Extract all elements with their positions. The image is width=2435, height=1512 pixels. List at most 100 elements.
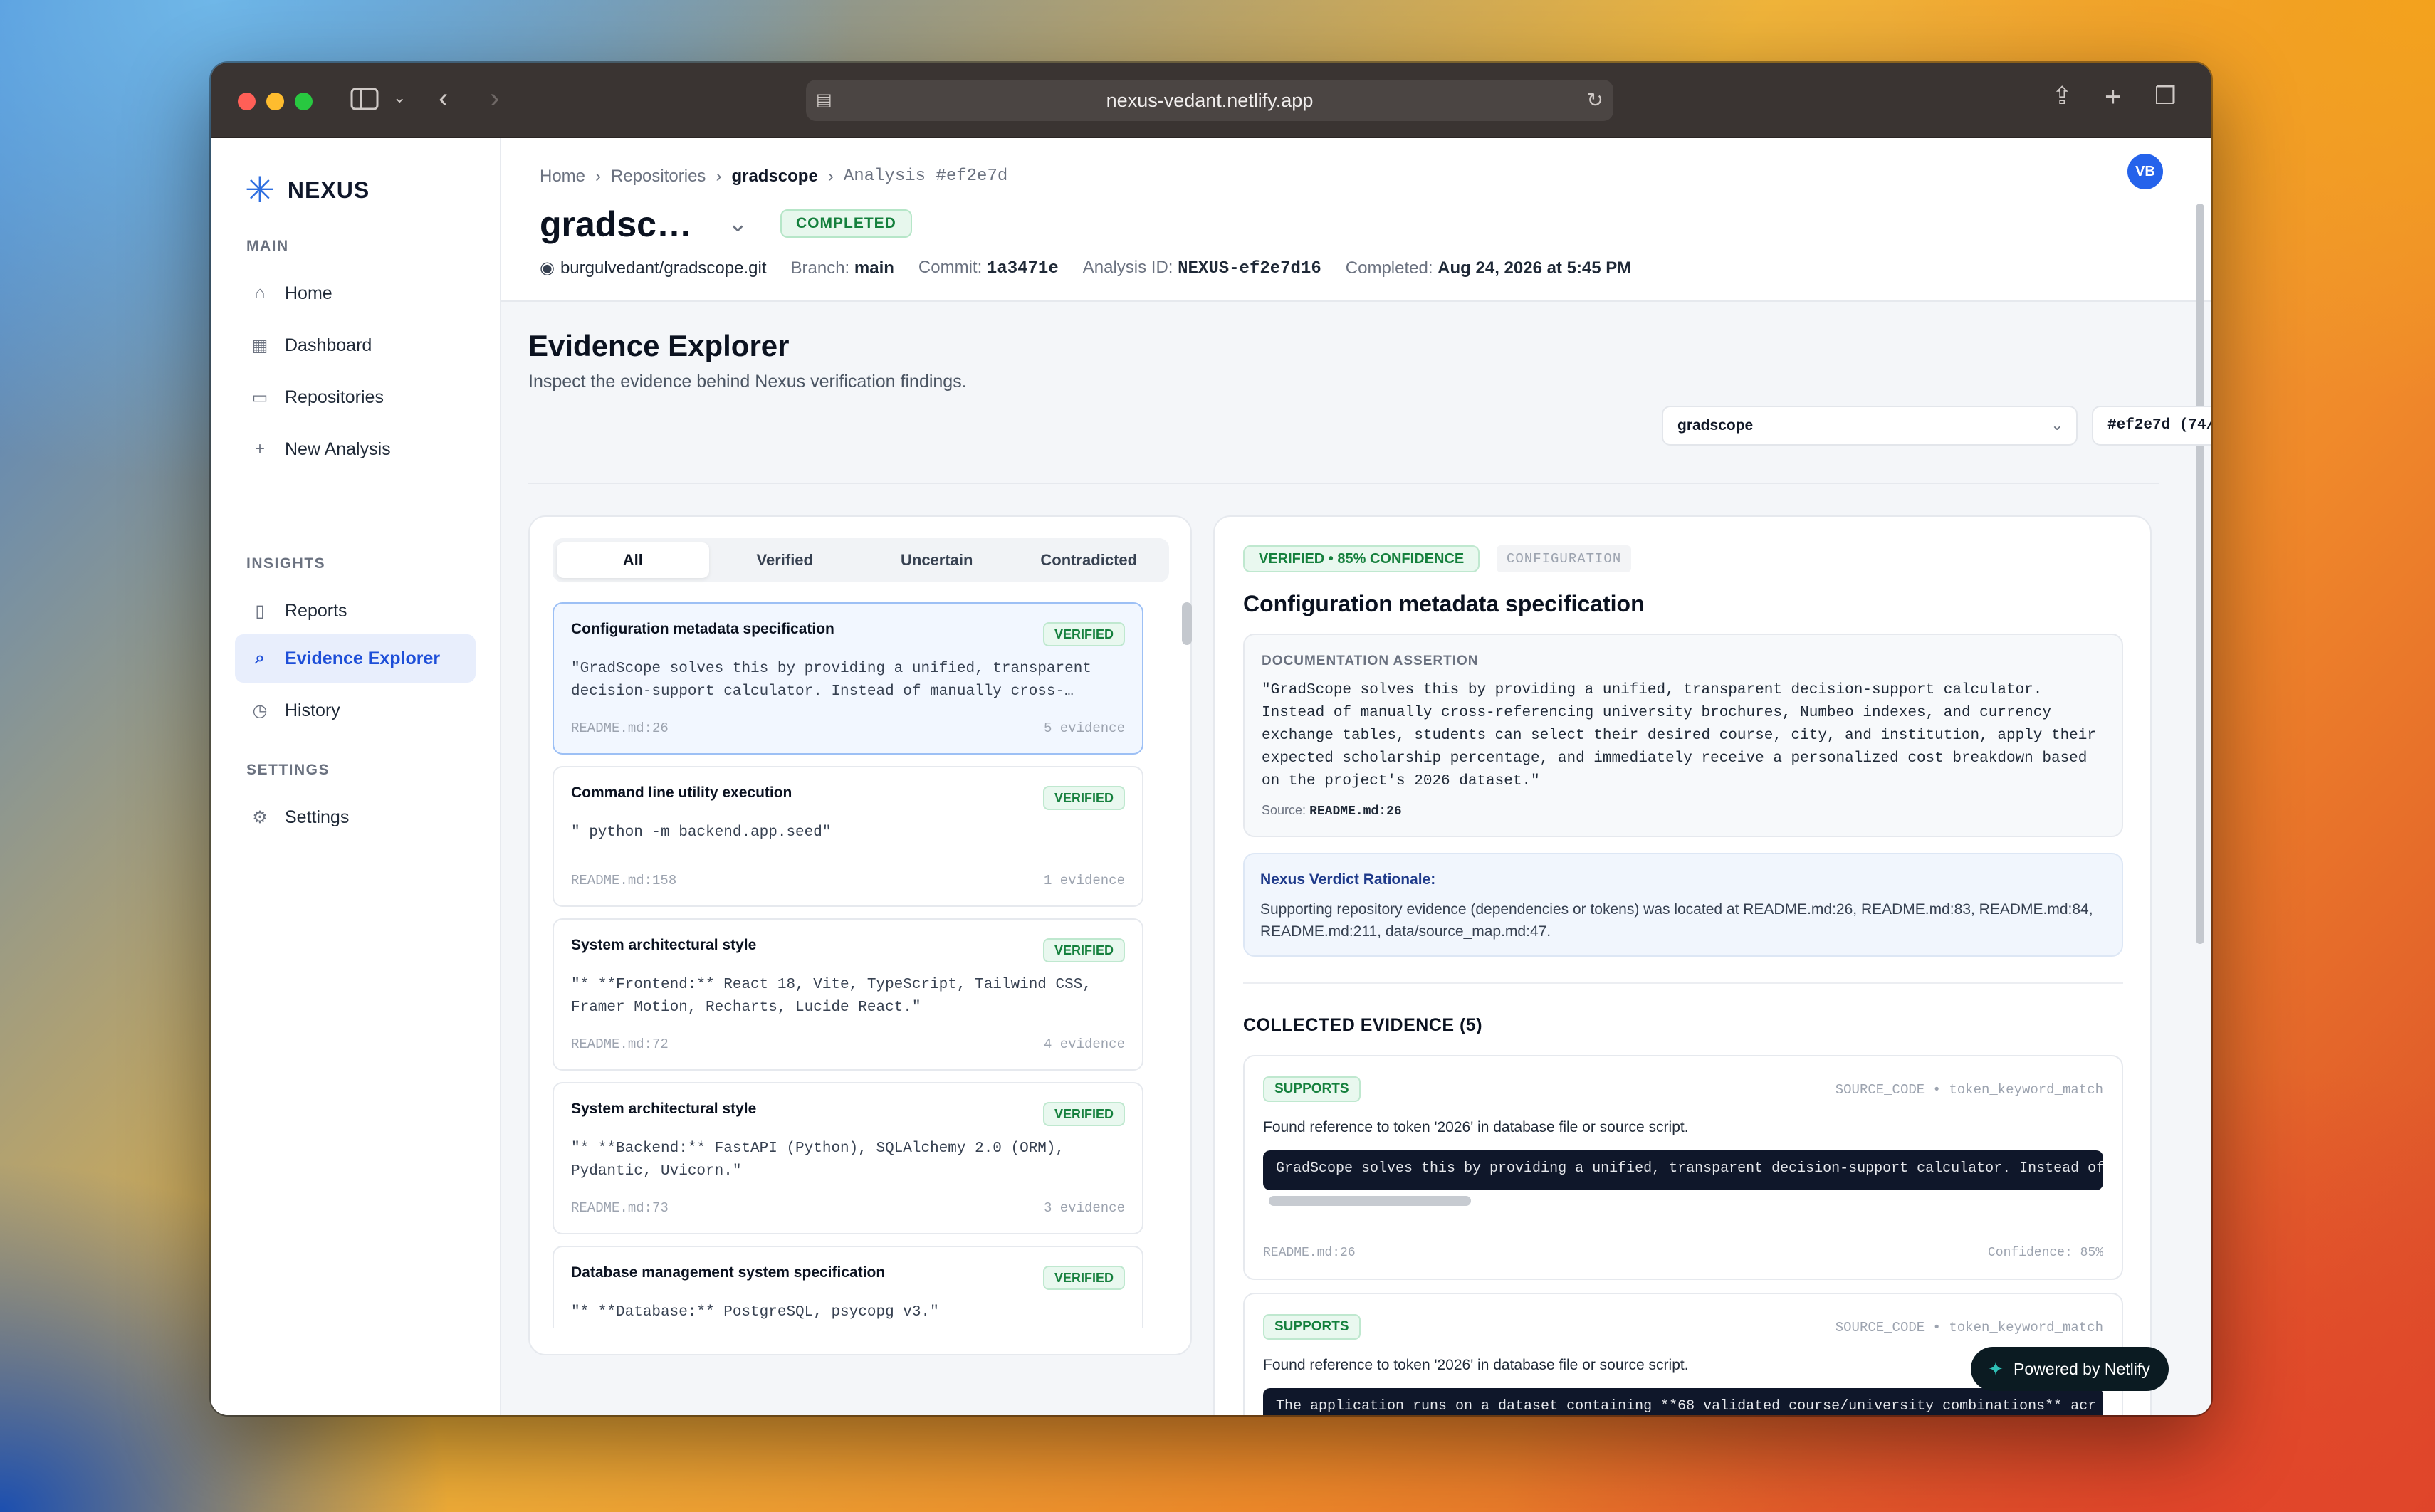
analysis-id-meta: Analysis ID: NEXUS-ef2e7d16: [1082, 258, 1321, 278]
url-bar[interactable]: ▤ nexus-vedant.netlify.app ↻: [806, 80, 1613, 121]
repo-select[interactable]: gradscope ⌄: [1662, 406, 2078, 446]
page-scrollbar[interactable]: [2196, 204, 2204, 1385]
brand-name: NEXUS: [287, 177, 370, 203]
evidence-description: Found reference to token '2026' in datab…: [1263, 1357, 1689, 1373]
sidebar-item-repositories[interactable]: ▭ Repositories: [235, 373, 476, 421]
category-badge: CONFIGURATION: [1497, 545, 1632, 572]
chevron-down-icon: ⌄: [2051, 417, 2063, 434]
section-label-insights: INSIGHTS: [246, 555, 326, 572]
chevron-down-icon[interactable]: ⌄: [393, 90, 406, 105]
evidence-source: README.md:26: [1263, 1246, 1356, 1260]
claim-card[interactable]: Command line utility execution VERIFIED …: [553, 766, 1143, 907]
repo-path: burgulvedant/gradscope.git: [560, 258, 767, 278]
avatar[interactable]: VB: [2127, 154, 2163, 189]
grid-icon: ▦: [251, 335, 268, 355]
evidence-code-snippet[interactable]: GradScope solves this by providing a uni…: [1263, 1150, 2103, 1190]
sidebar-item-settings[interactable]: ⚙ Settings: [235, 793, 476, 841]
sidebar-item-history[interactable]: ◷ History: [235, 686, 476, 735]
supports-badge: SUPPORTS: [1263, 1314, 1361, 1340]
evidence-count: 4 evidence: [1043, 1036, 1125, 1052]
brand-logo[interactable]: ✳ NEXUS: [245, 172, 370, 208]
rationale-text: Supporting repository evidence (dependen…: [1260, 901, 2093, 940]
claim-detail-panel: VERIFIED • 85% CONFIDENCE CONFIGURATION …: [1213, 515, 2152, 1415]
gear-icon: ⚙: [252, 807, 268, 827]
claim-card[interactable]: Database management system specification…: [553, 1246, 1143, 1328]
claim-source: README.md:72: [571, 1036, 669, 1052]
breadcrumb-repositories[interactable]: Repositories: [611, 167, 706, 187]
evidence-count: 3 evidence: [1043, 1200, 1125, 1216]
evidence-code-snippet[interactable]: The application runs on a dataset contai…: [1263, 1388, 2103, 1415]
repo-header: Home › Repositories › gradscope › Analys…: [501, 138, 2211, 302]
sidebar-item-label: Home: [285, 283, 332, 303]
sidebar-toggle-icon[interactable]: [350, 87, 379, 115]
sidebar-item-label: Repositories: [285, 387, 384, 407]
sidebar-item-new-analysis[interactable]: + New Analysis: [235, 425, 476, 473]
repo-link[interactable]: ◉ burgulvedant/gradscope.git: [540, 258, 767, 278]
repo-select-value: gradscope: [1677, 417, 1754, 434]
assertion-source: Source: README.md:26: [1262, 803, 1402, 819]
sidebar-item-label: History: [285, 700, 340, 720]
claims-list-scrollbar[interactable]: [1182, 602, 1192, 645]
repo-meta: ◉ burgulvedant/gradscope.git Branch: mai…: [540, 258, 1631, 278]
claim-card[interactable]: System architectural style VERIFIED "* *…: [553, 1082, 1143, 1234]
close-window-button[interactable]: [238, 93, 256, 110]
zoom-window-button[interactable]: [295, 93, 313, 110]
nexus-logo-icon: ✳: [245, 170, 275, 210]
sidebar-item-label: New Analysis: [285, 439, 391, 459]
sidebar-item-reports[interactable]: ▯ Reports: [235, 587, 476, 635]
code-scrollbar[interactable]: [1269, 1196, 1471, 1206]
netlify-badge[interactable]: ✦ Powered by Netlify: [1971, 1347, 2169, 1391]
repo-switcher-chevron-icon[interactable]: ⌄: [728, 209, 748, 238]
divider: [1243, 982, 2123, 984]
claim-card[interactable]: Configuration metadata specification VER…: [553, 602, 1143, 755]
tab-all[interactable]: All: [557, 542, 709, 578]
forward-icon[interactable]: ›: [490, 84, 499, 112]
sidebar-item-label: Reports: [285, 600, 347, 621]
github-icon: ◉: [540, 258, 555, 278]
verdict-badge: VERIFIED • 85% CONFIDENCE: [1243, 545, 1480, 572]
tab-uncertain[interactable]: Uncertain: [861, 542, 1013, 578]
sidebar-item-label: Dashboard: [285, 335, 372, 355]
page-title: gradsc…: [540, 204, 692, 244]
assertion-source-value: README.md:26: [1309, 804, 1402, 819]
netlify-icon: ✦: [1988, 1358, 2004, 1380]
claim-card[interactable]: System architectural style VERIFIED "* *…: [553, 918, 1143, 1071]
claim-title: System architectural style: [571, 937, 757, 953]
analysis-select[interactable]: #ef2e7d (74/100) - Aug 24 ⌄: [2092, 406, 2211, 446]
sidebar-item-dashboard[interactable]: ▦ Dashboard: [235, 321, 476, 369]
branch-meta: Branch: main: [790, 258, 894, 278]
breadcrumb-separator: ›: [595, 167, 602, 186]
browser-toolbar: ⌄ ‹ › ▤ nexus-vedant.netlify.app ↻ ⇪ + ❐: [211, 63, 2211, 138]
folder-icon: ▭: [251, 387, 268, 407]
claim-title: System architectural style: [571, 1101, 757, 1117]
claim-title: Configuration metadata specification: [571, 621, 834, 637]
reload-icon[interactable]: ↻: [1587, 80, 1603, 121]
completed-value: Aug 24, 2026 at 5:45 PM: [1438, 258, 1632, 278]
status-badge: VERIFIED: [1042, 938, 1125, 962]
analysis-id-value: NEXUS-ef2e7d16: [1178, 259, 1321, 278]
netlify-badge-label: Powered by Netlify: [2014, 1360, 2150, 1378]
divider: [528, 483, 2159, 484]
rationale-label: Nexus Verdict Rationale:: [1260, 871, 1436, 888]
claims-panel: All Verified Uncertain Contradicted Conf…: [528, 515, 1192, 1355]
sidebar-item-evidence-explorer[interactable]: ⌕ Evidence Explorer: [235, 634, 476, 683]
tab-overview-icon[interactable]: ❐: [2154, 84, 2176, 108]
breadcrumb-analysis: Analysis #ef2e7d: [843, 167, 1008, 186]
back-icon[interactable]: ‹: [439, 84, 448, 112]
breadcrumb-repo[interactable]: gradscope: [731, 167, 817, 187]
sidebar-item-home[interactable]: ⌂ Home: [235, 269, 476, 317]
claim-excerpt: "* **Frontend:** React 18, Vite, TypeScr…: [571, 977, 1091, 1016]
breadcrumb-home[interactable]: Home: [540, 167, 585, 187]
minimize-window-button[interactable]: [266, 93, 284, 110]
section-title: Evidence Explorer: [528, 329, 790, 362]
tab-verified[interactable]: Verified: [709, 542, 862, 578]
tab-contradicted[interactable]: Contradicted: [1013, 542, 1166, 578]
home-icon: ⌂: [254, 283, 266, 303]
share-icon[interactable]: ⇪: [2052, 84, 2073, 108]
new-tab-icon[interactable]: +: [2105, 83, 2121, 111]
page-scrollbar-thumb[interactable]: [2196, 204, 2204, 944]
assertion-label: DOCUMENTATION ASSERTION: [1262, 653, 1479, 668]
claim-title: Command line utility execution: [571, 784, 792, 801]
page-settings-icon[interactable]: ▤: [816, 80, 832, 121]
plus-icon: +: [254, 439, 265, 458]
